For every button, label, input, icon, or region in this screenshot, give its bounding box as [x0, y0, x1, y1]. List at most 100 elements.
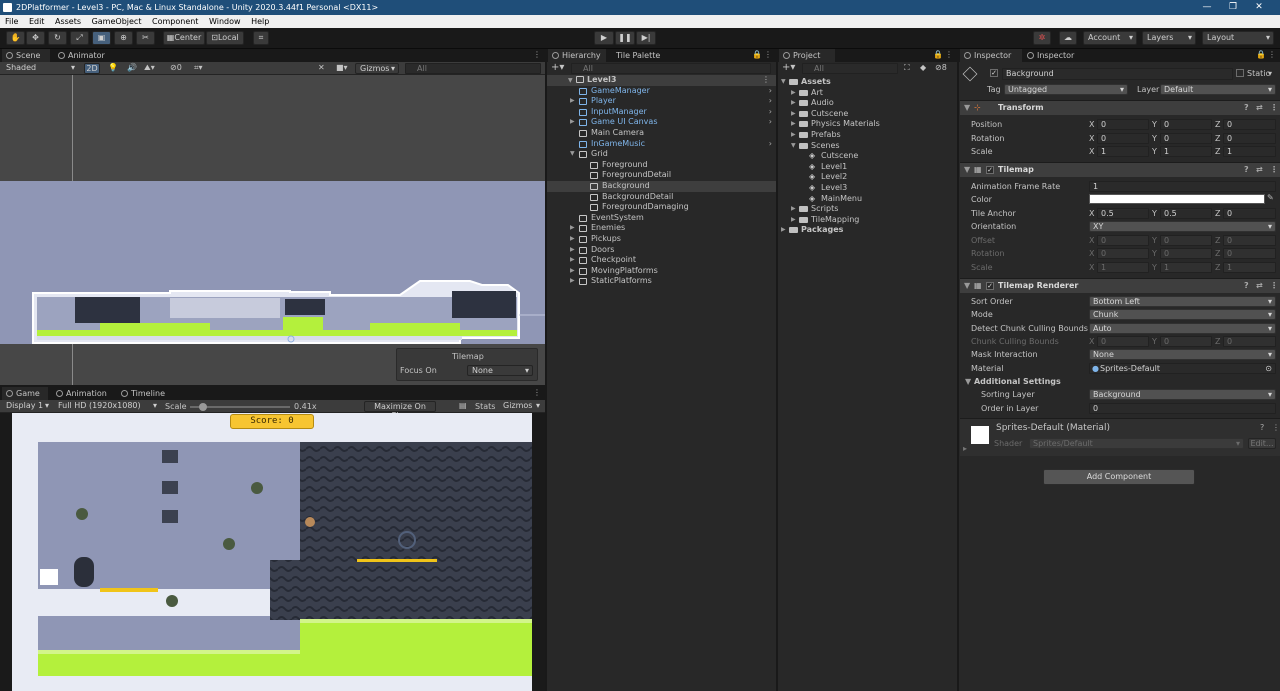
- shader-dropdown[interactable]: Sprites/Default: [1029, 438, 1244, 449]
- frame-rate-field[interactable]: 1: [1089, 181, 1276, 192]
- sorting-layer-dropdown[interactable]: Background: [1089, 389, 1276, 400]
- eyedropper-icon[interactable]: ✎: [1267, 193, 1274, 202]
- tab-inspector-1[interactable]: Inspector: [960, 49, 1022, 62]
- tab-scene[interactable]: Scene: [2, 49, 50, 62]
- foldout-arrow-icon[interactable]: ▶: [570, 234, 578, 245]
- focus-on-dropdown[interactable]: None: [467, 365, 533, 376]
- orientation-dropdown[interactable]: XY: [1089, 221, 1276, 232]
- project-item[interactable]: ◈ Level1: [778, 162, 957, 173]
- renderer-help-icon[interactable]: ?: [1244, 279, 1249, 293]
- scale-slider[interactable]: [190, 403, 290, 411]
- tilemap-header[interactable]: ▼ ▦ ✓ Tilemap ? ⇄ ⋮: [960, 162, 1280, 177]
- transform-rotation-z-field[interactable]: 0: [1223, 132, 1276, 144]
- audio-icon[interactable]: 🔊: [127, 63, 137, 72]
- prefab-arrow-icon[interactable]: ›: [769, 107, 772, 118]
- project-lock-icon[interactable]: 🔒: [933, 50, 943, 59]
- foldout-arrow-icon[interactable]: ▼: [781, 77, 789, 88]
- object-name-field[interactable]: Background: [1002, 68, 1233, 80]
- transform-tool-icon[interactable]: ⊕: [114, 31, 133, 45]
- menu-window[interactable]: Window: [209, 17, 241, 26]
- hierarchy-item[interactable]: ▼ Grid: [547, 149, 776, 160]
- grid-icon[interactable]: ⌗▾: [194, 63, 203, 73]
- inspector-menu-icon[interactable]: ⋮: [1268, 50, 1276, 59]
- hierarchy-item[interactable]: ▶ Enemies: [547, 223, 776, 234]
- transform-scale-z-field[interactable]: 1: [1223, 146, 1276, 157]
- cloud-icon[interactable]: ☁: [1059, 31, 1077, 45]
- active-checkbox[interactable]: ✓: [990, 69, 998, 77]
- scene-view[interactable]: Tilemap Focus On None: [0, 75, 545, 385]
- add-component-button[interactable]: Add Component: [1043, 469, 1195, 485]
- prefab-arrow-icon[interactable]: ›: [769, 86, 772, 97]
- tilemap-scale-x-field[interactable]: 1: [1097, 261, 1149, 273]
- scene-search-input[interactable]: All: [405, 63, 541, 74]
- project-add-button[interactable]: +▾: [782, 62, 795, 73]
- menu-file[interactable]: File: [5, 17, 18, 26]
- gizmos-dropdown[interactable]: Gizmos: [355, 63, 399, 74]
- tools-icon[interactable]: ✕: [318, 63, 325, 72]
- tilemap-menu-icon[interactable]: ⋮: [1270, 163, 1278, 177]
- tab-project[interactable]: Project: [779, 49, 835, 62]
- tab-animator[interactable]: Animator: [54, 49, 110, 62]
- hierarchy-item[interactable]: Background: [547, 180, 776, 192]
- mask-interaction-dropdown[interactable]: None: [1089, 349, 1276, 360]
- scene-header-row[interactable]: ▼ Level3 ⋮: [547, 75, 776, 86]
- panel-menu-icon[interactable]: ⋮: [533, 50, 541, 59]
- hierarchy-item[interactable]: Foreground: [547, 160, 776, 171]
- renderer-foldout-icon[interactable]: ▼: [964, 279, 970, 293]
- tab-hierarchy[interactable]: Hierarchy: [548, 49, 606, 62]
- chunk-bounds-x-field[interactable]: 0: [1097, 336, 1149, 347]
- menu-gameobject[interactable]: GameObject: [92, 17, 142, 26]
- hierarchy-item[interactable]: Main Camera: [547, 128, 776, 139]
- project-item[interactable]: ▼ Scenes: [778, 141, 957, 152]
- order-in-layer-field[interactable]: 0: [1089, 403, 1276, 414]
- game-gizmos-dropdown[interactable]: Gizmos: [499, 401, 543, 412]
- additional-settings-foldout[interactable]: ▼ Additional Settings: [965, 375, 1061, 388]
- tilemap-offset-z-field[interactable]: 0: [1223, 235, 1276, 246]
- tile-anchor-y-field[interactable]: 0.5: [1160, 208, 1212, 219]
- renderer-menu-icon[interactable]: ⋮: [1270, 279, 1278, 293]
- chunk-bounds-y-field[interactable]: 0: [1160, 336, 1212, 347]
- tab-timeline[interactable]: Timeline: [117, 387, 173, 400]
- transform-position-x-field[interactable]: 0: [1097, 119, 1149, 130]
- tilemap-preset-icon[interactable]: ⇄: [1256, 163, 1263, 177]
- layer-dropdown[interactable]: Default: [1160, 84, 1276, 95]
- hierarchy-item[interactable]: ▶ MovingPlatforms: [547, 266, 776, 277]
- game-view[interactable]: Score: 0: [0, 413, 545, 691]
- tilemap-rotation-x-field[interactable]: 0: [1097, 248, 1149, 260]
- material-field[interactable]: ● Sprites-Default ⊙: [1089, 363, 1276, 374]
- menu-component[interactable]: Component: [152, 17, 198, 26]
- stats-toggle[interactable]: Stats: [475, 402, 495, 411]
- tab-inspector-2[interactable]: Inspector: [1023, 49, 1085, 62]
- hierarchy-item[interactable]: InputManager ›: [547, 107, 776, 118]
- shading-mode-dropdown[interactable]: Shaded: [2, 63, 78, 74]
- pivot-center-button[interactable]: ▦Center: [163, 31, 205, 45]
- foldout-arrow-icon[interactable]: ▶: [791, 215, 799, 226]
- pivot-local-button[interactable]: ⊡Local: [206, 31, 244, 45]
- transform-help-icon[interactable]: ?: [1244, 101, 1249, 115]
- hierarchy-item[interactable]: GameManager ›: [547, 86, 776, 97]
- transform-position-y-field[interactable]: 0: [1160, 119, 1212, 130]
- foldout-arrow-icon[interactable]: ▶: [570, 96, 578, 107]
- account-dropdown[interactable]: Account: [1083, 31, 1137, 45]
- foldout-arrow-icon[interactable]: ▶: [791, 98, 799, 109]
- hierarchy-item[interactable]: ▶ Player ›: [547, 96, 776, 107]
- scale-tool-icon[interactable]: ⤢: [70, 31, 89, 45]
- hierarchy-item[interactable]: ▶ Doors: [547, 245, 776, 256]
- project-menu-icon[interactable]: ⋮: [945, 50, 953, 59]
- transform-header[interactable]: ▼ ⊹ Transform ? ⇄ ⋮: [960, 100, 1280, 115]
- prefab-arrow-icon[interactable]: ›: [769, 139, 772, 150]
- project-item[interactable]: ▶ Audio: [778, 98, 957, 109]
- project-item[interactable]: ▶ TileMapping: [778, 215, 957, 226]
- renderer-enabled-checkbox[interactable]: ✓: [986, 282, 994, 290]
- hand-tool-icon[interactable]: ✋: [6, 31, 25, 45]
- hierarchy-menu-icon[interactable]: ⋮: [764, 50, 772, 59]
- hierarchy-item[interactable]: ▶ Game UI Canvas ›: [547, 117, 776, 128]
- project-item[interactable]: ▶ Art: [778, 88, 957, 99]
- tilemap-offset-y-field[interactable]: 0: [1160, 235, 1212, 246]
- hierarchy-item[interactable]: BackgroundDetail: [547, 192, 776, 203]
- shader-edit-button[interactable]: Edit...: [1248, 438, 1276, 449]
- transform-foldout-icon[interactable]: ▼: [964, 101, 970, 115]
- collab-icon[interactable]: ✲: [1033, 31, 1051, 45]
- tilemap-renderer-header[interactable]: ▼ ▦ ✓ Tilemap Renderer ? ⇄ ⋮: [960, 278, 1280, 293]
- hierarchy-item[interactable]: EventSystem: [547, 213, 776, 224]
